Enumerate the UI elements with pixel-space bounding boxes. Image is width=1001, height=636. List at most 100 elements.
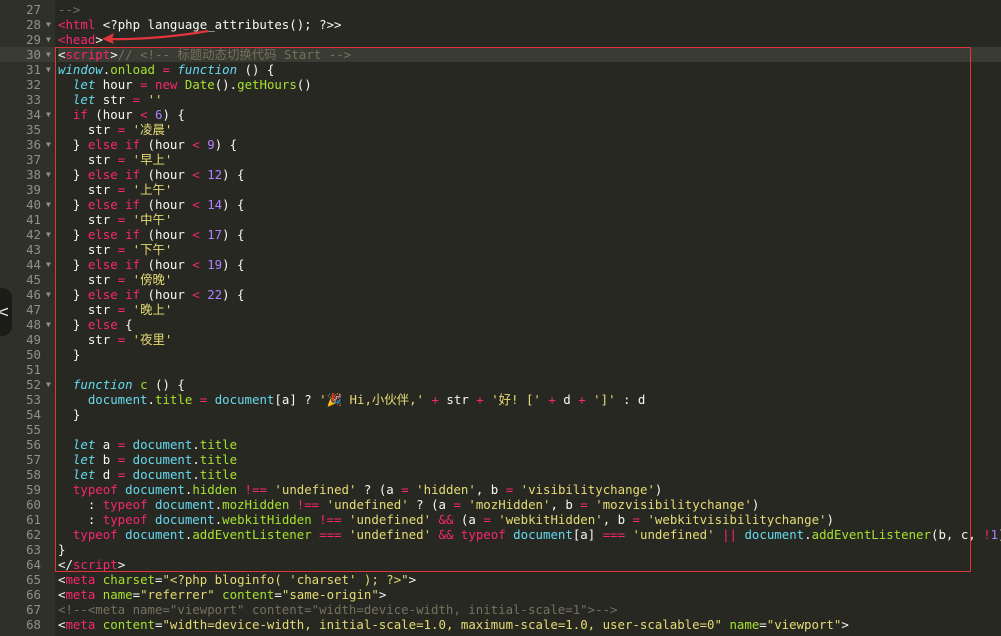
code-line[interactable]: 66 <meta name="referrer" content="same-or… bbox=[0, 587, 1001, 602]
code-line[interactable]: 44 ▼ } else if (hour < 19) { bbox=[0, 257, 1001, 272]
code-line[interactable]: 35 str = '凌晨' bbox=[0, 122, 1001, 137]
code-line[interactable]: 40 ▼ } else if (hour < 14) { bbox=[0, 197, 1001, 212]
code-line[interactable]: 38 ▼ } else if (hour < 12) { bbox=[0, 167, 1001, 182]
code-text[interactable]: <head> bbox=[58, 32, 1001, 47]
code-line[interactable]: 56 let a = document.title bbox=[0, 437, 1001, 452]
fold-toggle-icon[interactable]: ▼ bbox=[46, 317, 51, 332]
code-line[interactable]: 36 ▼ } else if (hour < 9) { bbox=[0, 137, 1001, 152]
code-text[interactable]: typeof document.addEventListener === 'un… bbox=[58, 527, 1001, 542]
code-text[interactable]: } bbox=[58, 407, 1001, 422]
fold-toggle-icon[interactable]: ▼ bbox=[46, 17, 51, 32]
code-line[interactable]: 37 str = '早上' bbox=[0, 152, 1001, 167]
code-text[interactable] bbox=[58, 422, 1001, 437]
code-text[interactable]: } else if (hour < 22) { bbox=[58, 287, 1001, 302]
code-editor[interactable]: 27 --> 28 ▼ <html <?php language_attributes(… bbox=[0, 0, 1001, 636]
code-text[interactable]: str = '凌晨' bbox=[58, 122, 1001, 137]
fold-toggle-icon[interactable]: ▼ bbox=[46, 167, 51, 182]
code-text[interactable]: } bbox=[58, 347, 1001, 362]
code-line[interactable]: 27 --> bbox=[0, 2, 1001, 17]
code-text[interactable]: } else if (hour < 19) { bbox=[58, 257, 1001, 272]
code-text[interactable]: } else if (hour < 9) { bbox=[58, 137, 1001, 152]
code-text[interactable]: str = '早上' bbox=[58, 152, 1001, 167]
fold-toggle-icon[interactable]: ▼ bbox=[46, 62, 51, 77]
code-line[interactable]: 28 ▼ <html <?php language_attributes(); ?>… bbox=[0, 17, 1001, 32]
code-text[interactable]: window.onload = function () { bbox=[58, 62, 1001, 77]
fold-toggle-icon[interactable]: ▼ bbox=[46, 137, 51, 152]
code-text[interactable]: str = '傍晚' bbox=[58, 272, 1001, 287]
code-text[interactable]: } else { bbox=[58, 317, 1001, 332]
code-line[interactable]: 61 : typeof document.webkitHidden !== 'u… bbox=[0, 512, 1001, 527]
fold-toggle-icon[interactable]: ▼ bbox=[46, 257, 51, 272]
code-line[interactable]: 41 str = '中午' bbox=[0, 212, 1001, 227]
code-line[interactable]: 46 ▼ } else if (hour < 22) { bbox=[0, 287, 1001, 302]
code-line[interactable]: 68 <meta content="width=device-width, ini… bbox=[0, 617, 1001, 632]
code-text[interactable]: str = '上午' bbox=[58, 182, 1001, 197]
code-text[interactable]: <!--<meta name="viewport" content="width… bbox=[58, 602, 1001, 617]
code-line[interactable]: 55 bbox=[0, 422, 1001, 437]
code-text[interactable]: } else if (hour < 17) { bbox=[58, 227, 1001, 242]
code-text[interactable]: } else if (hour < 14) { bbox=[58, 197, 1001, 212]
code-line[interactable]: 58 let d = document.title bbox=[0, 467, 1001, 482]
code-line[interactable]: 32 let hour = new Date().getHours() bbox=[0, 77, 1001, 92]
code-line[interactable]: 39 str = '上午' bbox=[0, 182, 1001, 197]
code-text[interactable]: <meta name="referrer" content="same-orig… bbox=[58, 587, 1001, 602]
code-text[interactable]: : typeof document.webkitHidden !== 'unde… bbox=[58, 512, 1001, 527]
code-text[interactable]: typeof document.hidden !== 'undefined' ?… bbox=[58, 482, 1001, 497]
code-text[interactable]: } else if (hour < 12) { bbox=[58, 167, 1001, 182]
fold-toggle-icon[interactable]: ▼ bbox=[46, 197, 51, 212]
code-text[interactable]: str = '下午' bbox=[58, 242, 1001, 257]
code-text[interactable]: function c () { bbox=[58, 377, 1001, 392]
code-token: } bbox=[58, 407, 81, 422]
code-text[interactable]: str = '中午' bbox=[58, 212, 1001, 227]
code-text[interactable]: <meta charset="<?php bloginfo( 'charset'… bbox=[58, 572, 1001, 587]
code-line[interactable]: 50 } bbox=[0, 347, 1001, 362]
code-text[interactable]: let hour = new Date().getHours() bbox=[58, 77, 1001, 92]
fold-toggle-icon[interactable]: ▼ bbox=[46, 32, 51, 47]
fold-toggle-icon[interactable]: ▼ bbox=[46, 227, 51, 242]
code-line[interactable]: 54 } bbox=[0, 407, 1001, 422]
code-text[interactable]: : typeof document.mozHidden !== 'undefin… bbox=[58, 497, 1001, 512]
code-line[interactable]: 64 </script> bbox=[0, 557, 1001, 572]
fold-toggle-icon[interactable]: ▼ bbox=[46, 107, 51, 122]
code-text[interactable]: str = '晚上' bbox=[58, 302, 1001, 317]
code-text[interactable]: let d = document.title bbox=[58, 467, 1001, 482]
code-text[interactable]: --> bbox=[58, 2, 1001, 17]
fold-toggle-icon[interactable]: ▼ bbox=[46, 47, 51, 62]
code-text[interactable]: } bbox=[58, 542, 1001, 557]
code-line[interactable]: 47 str = '晚上' bbox=[0, 302, 1001, 317]
code-line[interactable]: 31 ▼ window.onload = function () { bbox=[0, 62, 1001, 77]
code-line[interactable]: 29 ▼ <head> bbox=[0, 32, 1001, 47]
code-line[interactable]: 62 typeof document.addEventListener === … bbox=[0, 527, 1001, 542]
code-line[interactable]: 60 : typeof document.mozHidden !== 'unde… bbox=[0, 497, 1001, 512]
code-line[interactable]: 30 ▼ <script>// <!-- 标题动态切换代码 Start --> bbox=[0, 47, 1001, 62]
code-line[interactable]: 34 ▼ if (hour < 6) { bbox=[0, 107, 1001, 122]
code-line[interactable]: 48 ▼ } else { bbox=[0, 317, 1001, 332]
code-text[interactable]: let b = document.title bbox=[58, 452, 1001, 467]
code-text[interactable]: </script> bbox=[58, 557, 1001, 572]
code-text[interactable]: <meta content="width=device-width, initi… bbox=[58, 617, 1001, 632]
code-text[interactable] bbox=[58, 362, 1001, 377]
fold-toggle-icon[interactable]: ▼ bbox=[46, 287, 51, 302]
collapse-panel-button[interactable]: < bbox=[0, 288, 12, 336]
code-line[interactable]: 45 str = '傍晚' bbox=[0, 272, 1001, 287]
code-line[interactable]: 53 document.title = document[a] ? '🎉 Hi,… bbox=[0, 392, 1001, 407]
code-line[interactable]: 43 str = '下午' bbox=[0, 242, 1001, 257]
code-line[interactable]: 63} bbox=[0, 542, 1001, 557]
code-line[interactable]: 52 ▼ function c () { bbox=[0, 377, 1001, 392]
code-line[interactable]: 59 typeof document.hidden !== 'undefined… bbox=[0, 482, 1001, 497]
code-text[interactable]: str = '夜里' bbox=[58, 332, 1001, 347]
code-line[interactable]: 33 let str = '' bbox=[0, 92, 1001, 107]
code-text[interactable]: let a = document.title bbox=[58, 437, 1001, 452]
code-line[interactable]: 49 str = '夜里' bbox=[0, 332, 1001, 347]
code-line[interactable]: 57 let b = document.title bbox=[0, 452, 1001, 467]
code-text[interactable]: <html <?php language_attributes(); ?>> bbox=[58, 17, 1001, 32]
code-text[interactable]: let str = '' bbox=[58, 92, 1001, 107]
code-text[interactable]: document.title = document[a] ? '🎉 Hi,小伙伴… bbox=[58, 392, 1001, 407]
code-text[interactable]: <script>// <!-- 标题动态切换代码 Start --> bbox=[58, 47, 1001, 62]
code-line[interactable]: 51 bbox=[0, 362, 1001, 377]
code-line[interactable]: 42 ▼ } else if (hour < 17) { bbox=[0, 227, 1001, 242]
fold-toggle-icon[interactable]: ▼ bbox=[46, 377, 51, 392]
code-line[interactable]: 65 <meta charset="<?php bloginfo( 'charse… bbox=[0, 572, 1001, 587]
code-text[interactable]: if (hour < 6) { bbox=[58, 107, 1001, 122]
code-line[interactable]: 67 <!--<meta name="viewport" content="wid… bbox=[0, 602, 1001, 617]
